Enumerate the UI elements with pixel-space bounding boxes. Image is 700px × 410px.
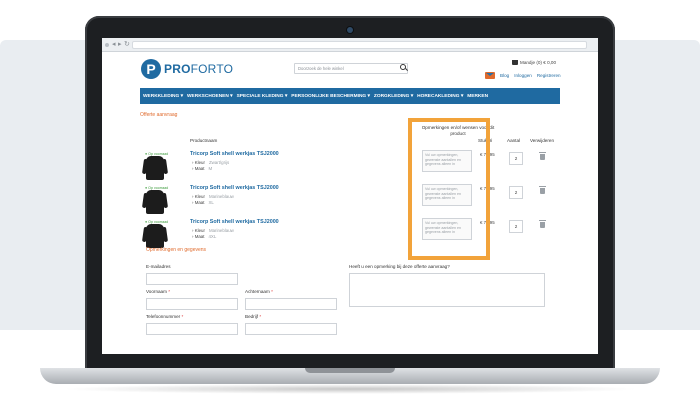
- camera-dot: [347, 27, 353, 33]
- company-label: Bedrijf *: [245, 314, 262, 319]
- site-logo[interactable]: P PROFORTO: [141, 58, 233, 80]
- last-name-label: Achternaam *: [245, 289, 273, 294]
- product-size: › Maat 4XL: [192, 234, 217, 239]
- back-icon[interactable]: ◂: [112, 41, 116, 49]
- nav-item-speciale-kleding[interactable]: SPECIALE KLEDING ▾: [237, 94, 288, 99]
- quantity-input[interactable]: 2: [509, 152, 523, 165]
- search-input[interactable]: Doorzoek de hele winkel: [294, 63, 408, 74]
- window-dot[interactable]: [105, 43, 109, 47]
- trash-icon[interactable]: [539, 220, 546, 228]
- register-link[interactable]: Registreren: [537, 73, 561, 78]
- logo-text-thin: FORTO: [190, 62, 234, 76]
- email-label: E-mailadres: [146, 264, 171, 269]
- form-title: Opmerkingen en gegevens: [146, 247, 207, 253]
- trash-icon[interactable]: [539, 152, 546, 160]
- phone-label: Telefoonnummer *: [146, 314, 184, 319]
- blog-link[interactable]: Blog: [500, 73, 509, 78]
- product-image[interactable]: [146, 190, 164, 214]
- laptop-screen: ◂ ▸ ↻ P PROFORTO Doorzoek de hele winkel…: [102, 38, 598, 354]
- header-links: Blog Inloggen Registreren: [485, 72, 561, 79]
- nav-item-werkkleding[interactable]: WERKKLEDING ▾: [143, 94, 183, 99]
- quantity-input[interactable]: 2: [509, 220, 523, 233]
- product-size: › Maat XL: [192, 200, 214, 205]
- main-nav: WERKKLEDING ▾ WERKSCHOENEN ▾ SPECIALE KL…: [140, 88, 560, 104]
- nav-item-merken[interactable]: MERKEN: [467, 94, 488, 99]
- product-color: › Kleur Marineblauw: [192, 194, 234, 199]
- email-field[interactable]: [146, 273, 238, 285]
- reload-icon[interactable]: ↻: [124, 41, 130, 49]
- company-field[interactable]: [245, 323, 337, 335]
- address-bar[interactable]: [132, 41, 587, 49]
- product-image[interactable]: [146, 224, 164, 248]
- column-header-remove: Verwijderen: [530, 138, 555, 143]
- question-textarea[interactable]: [349, 273, 545, 307]
- product-color: › Kleur Zwart/grijs: [192, 160, 230, 165]
- nav-item-zorgkleding[interactable]: ZORGKLEDING ▾: [374, 94, 413, 99]
- login-link[interactable]: Inloggen: [514, 73, 532, 78]
- product-color: › Kleur Marineblauw: [192, 228, 234, 233]
- phone-field[interactable]: [146, 323, 238, 335]
- nav-item-werkschoenen[interactable]: WERKSCHOENEN ▾: [187, 94, 233, 99]
- webpage: P PROFORTO Doorzoek de hele winkel Mandj…: [102, 52, 598, 354]
- product-size: › Maat M: [192, 166, 213, 171]
- first-name-field[interactable]: [146, 298, 238, 310]
- cart-icon: [512, 60, 518, 65]
- search-icon[interactable]: [400, 64, 406, 70]
- column-header-qty: Aantal: [507, 138, 521, 143]
- product-name[interactable]: Tricorp Soft shell werkjas TSJ2000: [190, 219, 279, 225]
- cart-text: Mandje (0) € 0,00: [520, 60, 557, 65]
- nav-item-persoonlijke-bescherming[interactable]: PERSOONLIJKE BESCHERMING ▾: [291, 94, 370, 99]
- table-row: ● Op voorraad Tricorp Soft shell werkjas…: [140, 150, 560, 184]
- laptop-notch: [305, 368, 395, 373]
- product-name[interactable]: Tricorp Soft shell werkjas TSJ2000: [190, 151, 279, 157]
- trash-icon[interactable]: [539, 186, 546, 194]
- laptop-mockup: ◂ ▸ ↻ P PROFORTO Doorzoek de hele winkel…: [0, 0, 700, 410]
- column-header-product: Productnaam: [190, 138, 218, 143]
- product-image[interactable]: [146, 156, 164, 180]
- page-title: Offerte aanvraag: [140, 112, 178, 118]
- logo-text-bold: PRO: [164, 62, 191, 76]
- table-row: ● Op voorraad Tricorp Soft shell werkjas…: [140, 184, 560, 218]
- product-name[interactable]: Tricorp Soft shell werkjas TSJ2000: [190, 185, 279, 191]
- forward-icon[interactable]: ▸: [118, 41, 122, 49]
- last-name-field[interactable]: [245, 298, 337, 310]
- first-name-label: Voornaam *: [146, 289, 171, 294]
- question-label: Heeft u een opmerking bij deze offerte a…: [349, 264, 450, 269]
- logo-icon: P: [141, 59, 161, 79]
- cart-link[interactable]: Mandje (0) € 0,00: [512, 60, 556, 65]
- newsletter-icon[interactable]: [485, 72, 495, 79]
- browser-chrome: ◂ ▸ ↻: [102, 38, 598, 52]
- notes-highlight-box: [408, 118, 490, 260]
- nav-item-horecakleding[interactable]: HORECAKLEDING ▾: [417, 94, 463, 99]
- logo-text: PROFORTO: [164, 62, 233, 76]
- laptop-shadow: [60, 384, 640, 394]
- quantity-input[interactable]: 2: [509, 186, 523, 199]
